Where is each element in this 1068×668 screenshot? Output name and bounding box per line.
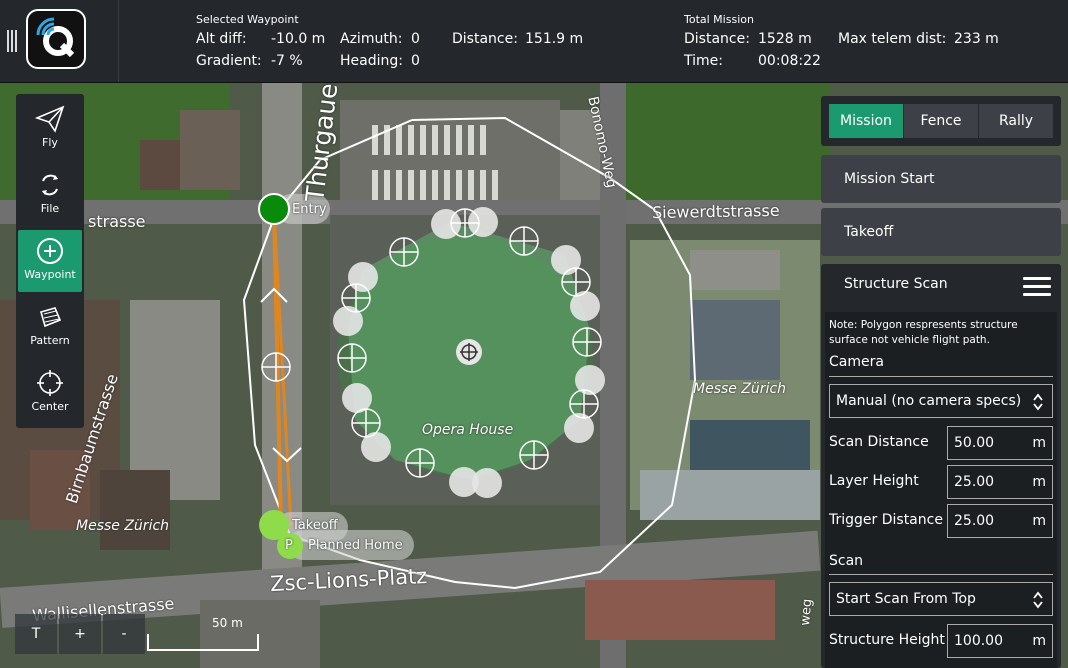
structure-scan-title[interactable]: Structure Scan (844, 276, 948, 292)
paper-plane-icon (35, 105, 65, 133)
trigger-distance-value: 25.00 (954, 513, 995, 529)
place-label: Messe Zürich (76, 518, 170, 534)
takeoff-item[interactable]: Takeoff (821, 208, 1061, 256)
structure-scan-body: Note: Polygon respresents structure surf… (825, 312, 1057, 668)
qgc-logo-icon (36, 17, 75, 58)
section-divider (829, 574, 1053, 575)
scan-from-select[interactable]: Start Scan From Top (829, 582, 1053, 616)
unit-label: m (1032, 435, 1046, 451)
time-label: Time: (684, 53, 723, 69)
distance-value: 151.9 m (525, 31, 584, 47)
alt-diff-value: -10.0 m (271, 31, 326, 47)
fly-tool[interactable]: Fly (18, 98, 82, 160)
selected-waypoint-header: Selected Waypoint (196, 13, 299, 26)
toolbar-divider (118, 0, 119, 82)
takeoff-label: Takeoff (292, 518, 338, 533)
waypoint-tool-label: Waypoint (24, 268, 76, 281)
pattern-tool-label: Pattern (30, 334, 70, 347)
street-label: strasse (88, 212, 146, 231)
heading-label: Heading: (340, 53, 403, 69)
total-mission-header: Total Mission (684, 13, 754, 26)
layer-height-value: 25.00 (954, 474, 995, 490)
entry-label: Entry (292, 202, 327, 217)
street-label: weg (798, 598, 816, 627)
structure-height-field[interactable]: 100.00 m (947, 624, 1053, 658)
unit-label: m (1032, 474, 1046, 490)
alt-diff-label: Alt diff: (196, 31, 247, 47)
select-arrows-icon (1033, 393, 1043, 411)
heading-value: 0 (411, 53, 420, 69)
drag-handle-icon[interactable] (6, 30, 18, 52)
camera-select[interactable]: Manual (no camera specs) (829, 384, 1053, 418)
plan-tabs: Mission Fence Rally (821, 96, 1061, 146)
hamburger-menu-icon[interactable] (1023, 276, 1051, 298)
total-distance-value: 1528 m (758, 31, 812, 47)
pattern-tool[interactable]: Pattern (18, 296, 82, 358)
structure-scan-editor: Structure Scan Note: Polygon respresents… (821, 264, 1061, 668)
distance-label: Distance: (452, 31, 518, 47)
section-divider (829, 376, 1053, 377)
tilt-button[interactable]: T (15, 614, 57, 654)
file-tool[interactable]: File (18, 164, 82, 226)
scan-distance-field[interactable]: 50.00 m (947, 426, 1053, 460)
scan-section-header: Scan (829, 553, 864, 569)
top-toolbar: Selected Waypoint Alt diff: -10.0 m Azim… (0, 0, 1068, 83)
sync-icon (42, 174, 58, 196)
unit-label: m (1032, 513, 1046, 529)
select-arrows-icon (1033, 591, 1043, 609)
total-distance-label: Distance: (684, 31, 750, 47)
scan-distance-value: 50.00 (954, 435, 995, 451)
max-telem-value: 233 m (954, 31, 999, 47)
zoom-in-button[interactable]: + (59, 614, 101, 654)
qgc-logo[interactable] (26, 9, 86, 69)
structure-height-label: Structure Height (829, 632, 945, 648)
fly-tool-label: Fly (42, 136, 58, 149)
center-tool[interactable]: Center (18, 362, 82, 424)
scan-distance-label: Scan Distance (829, 434, 929, 450)
camera-section-header: Camera (829, 354, 884, 370)
trigger-distance-label: Trigger Distance (829, 512, 943, 528)
waypoint-tool[interactable]: Waypoint (18, 230, 82, 292)
pattern-icon (40, 307, 62, 328)
planned-home-label: Planned Home (308, 538, 403, 553)
layer-height-label: Layer Height (829, 473, 919, 489)
unit-label: m (1032, 633, 1046, 649)
gradient-value: -7 % (271, 53, 303, 69)
time-value: 00:08:22 (758, 53, 821, 69)
max-telem-label: Max telem dist: (838, 31, 947, 47)
trigger-distance-field[interactable]: 25.00 m (947, 504, 1053, 538)
tab-fence[interactable]: Fence (904, 104, 978, 138)
azimuth-value: 0 (411, 31, 420, 47)
scan-from-value: Start Scan From Top (836, 591, 976, 607)
planned-home-letter: P (285, 538, 293, 553)
add-circle-icon (37, 238, 63, 264)
scale-label: 50 m (212, 616, 243, 630)
polygon-note: Note: Polygon respresents structure surf… (829, 319, 1018, 346)
tab-rally[interactable]: Rally (979, 104, 1053, 138)
plan-toolstrip: Fly File Waypoint Pattern Center (16, 94, 84, 428)
azimuth-label: Azimuth: (340, 31, 403, 47)
place-label: Messe Zürich (693, 381, 787, 397)
center-tool-label: Center (31, 400, 69, 413)
place-label: Opera House (422, 422, 514, 438)
gradient-label: Gradient: (196, 53, 262, 69)
file-tool-label: File (40, 202, 60, 215)
tab-mission[interactable]: Mission (829, 104, 903, 138)
street-label: Siewerdtstrasse (651, 200, 780, 223)
structure-height-value: 100.00 (954, 633, 1003, 649)
zoom-out-button[interactable]: - (103, 614, 145, 654)
mission-start-item[interactable]: Mission Start (821, 155, 1061, 203)
layer-height-field[interactable]: 25.00 m (947, 465, 1053, 499)
crosshair-icon (37, 370, 63, 396)
camera-select-value: Manual (no camera specs) (836, 393, 1022, 409)
